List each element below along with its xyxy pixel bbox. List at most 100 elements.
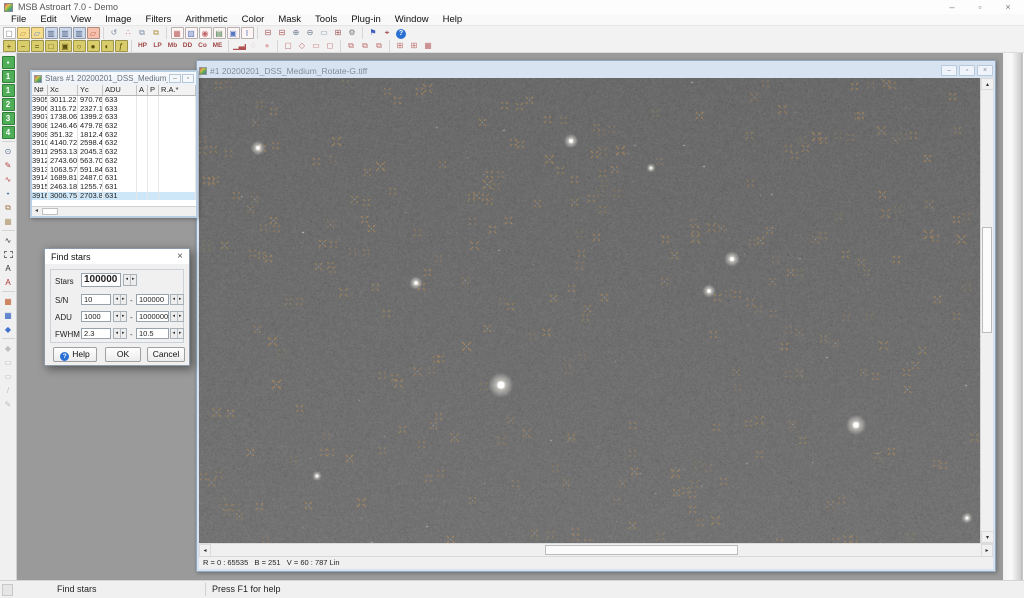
round-gray-icon[interactable]: ▭ bbox=[2, 356, 15, 369]
duplicate-icon[interactable]: ⧉ bbox=[345, 40, 358, 52]
menu-file[interactable]: File bbox=[4, 14, 33, 25]
title-bar[interactable]: MSB Astroart 7.0 - Demo – ▫ × bbox=[0, 0, 1024, 14]
stars-window-titlebar[interactable]: Stars #1 20200201_DSS_Medium_Rota... – ▫ bbox=[32, 72, 196, 85]
table-row[interactable]: 3908 1246.46 479.78 632 bbox=[32, 122, 196, 131]
adu-min-input[interactable]: 1000 bbox=[81, 311, 111, 322]
zoom-in-icon[interactable]: ⊕ bbox=[290, 27, 303, 39]
flat-field-icon[interactable]: ▦ bbox=[2, 215, 15, 228]
flag-icon[interactable]: ⚑ bbox=[367, 27, 380, 39]
window-min2-icon[interactable]: ⊟ bbox=[276, 27, 289, 39]
zoom-4-icon[interactable]: 4 bbox=[1, 125, 15, 139]
sn-min-input[interactable]: 10 bbox=[81, 294, 111, 305]
zoom-fit-icon[interactable]: ▪ bbox=[1, 55, 15, 69]
stars-horizontal-scrollbar[interactable]: ◂ bbox=[32, 206, 196, 216]
zoom-out-icon[interactable]: ⊖ bbox=[304, 27, 317, 39]
scroll-down-icon[interactable]: ▾ bbox=[981, 531, 994, 543]
select-polygon-icon[interactable]: ▢ bbox=[282, 40, 295, 52]
vis-circle-icon[interactable]: ○ bbox=[72, 39, 86, 52]
table-row[interactable]: 3905 3011.22 970.76 633 bbox=[32, 96, 196, 105]
line-gray-icon[interactable]: / bbox=[2, 384, 15, 397]
sn-max-spinner[interactable]: ◂ ▸ bbox=[170, 294, 184, 305]
menu-window[interactable]: Window bbox=[388, 14, 436, 25]
column-header-adu[interactable]: ADU bbox=[103, 85, 137, 95]
zoom-1b-icon[interactable]: 1 bbox=[1, 83, 15, 97]
help-button[interactable]: ? Help bbox=[53, 347, 97, 362]
save-as-icon[interactable]: ▥ bbox=[58, 26, 72, 39]
table-row[interactable]: 39104140.722598.42632 bbox=[32, 139, 196, 149]
scroll-left-icon[interactable]: ◂ bbox=[32, 207, 41, 216]
open-image-icon[interactable]: ▱ bbox=[30, 26, 44, 39]
text-red-icon[interactable]: A bbox=[2, 276, 15, 289]
vis-dot-icon[interactable]: ● bbox=[86, 39, 100, 52]
menu-color[interactable]: Color bbox=[235, 14, 272, 25]
vis-plus-icon[interactable]: + bbox=[2, 39, 16, 52]
menu-edit[interactable]: Edit bbox=[33, 14, 63, 25]
filter-co-icon[interactable]: Co bbox=[195, 40, 210, 52]
tile-windows-icon[interactable]: ⊞ bbox=[332, 27, 345, 39]
column-header-ra[interactable]: R.A.* bbox=[159, 85, 196, 95]
menu-view[interactable]: View bbox=[64, 14, 98, 25]
star-pick-icon[interactable]: ⊙ bbox=[2, 145, 15, 158]
window-min-icon[interactable]: ⊟ bbox=[262, 27, 275, 39]
column-header-yc[interactable]: Yc bbox=[78, 85, 103, 95]
scroll-up-icon[interactable]: ▴ bbox=[981, 78, 994, 90]
filter-me-icon[interactable]: ME bbox=[210, 40, 225, 52]
zoom-3-icon[interactable]: 3 bbox=[1, 111, 15, 125]
close-button[interactable]: × bbox=[994, 0, 1022, 14]
image-window-titlebar[interactable]: #1 20200201_DSS_Medium_Rotate-G.tiff – ▫… bbox=[199, 63, 993, 78]
menu-tools[interactable]: Tools bbox=[308, 14, 344, 25]
profile-icon[interactable]: ∿ bbox=[2, 173, 15, 186]
vis-eq-icon[interactable]: = bbox=[30, 39, 44, 52]
save-icon[interactable]: ▥ bbox=[44, 26, 58, 39]
vis-half-icon[interactable]: ◐ bbox=[100, 39, 114, 52]
image-resize-icon[interactable]: ▦ bbox=[170, 26, 184, 39]
find-stars-icon[interactable]: ⌖ bbox=[381, 27, 394, 39]
circle-filled-icon[interactable]: ● bbox=[261, 40, 274, 52]
table-row[interactable]: 3912 2743.60 563.70 632 bbox=[32, 156, 196, 166]
filter-mb-icon[interactable]: Mb bbox=[165, 40, 180, 52]
stars-restore-button[interactable]: ▫ bbox=[182, 74, 194, 83]
mosaic-icon[interactable]: ▦ bbox=[2, 295, 15, 308]
adu-min-spinner[interactable]: ◂ ▸ bbox=[113, 311, 127, 322]
duplicate2-icon[interactable]: ⧉ bbox=[359, 40, 372, 52]
filter-lp-icon[interactable]: LP bbox=[150, 40, 165, 52]
column-header-a[interactable]: A bbox=[137, 85, 148, 95]
cancel-button[interactable]: Cancel bbox=[147, 347, 185, 362]
drop-gray-icon[interactable]: ◆ bbox=[2, 342, 15, 355]
pen-icon[interactable]: ✎ bbox=[2, 159, 15, 172]
vis-gamma-icon[interactable]: ƒ bbox=[114, 39, 128, 52]
dialog-titlebar[interactable]: Find stars × bbox=[45, 249, 189, 264]
circle-outline-icon[interactable]: ◌ bbox=[247, 40, 260, 52]
stars-scroll-thumb[interactable] bbox=[42, 208, 58, 215]
image-minimize-button[interactable]: – bbox=[941, 65, 957, 76]
save-all-icon[interactable]: ▥ bbox=[72, 26, 86, 39]
undo-icon[interactable]: ↺ bbox=[108, 27, 121, 39]
layers-icon[interactable]: ⧉ bbox=[2, 201, 15, 214]
settings-gear-icon[interactable]: ⚙ bbox=[346, 27, 359, 39]
table-row[interactable]: 39112953.132045.36632 bbox=[32, 148, 196, 157]
adu-max-spinner[interactable]: ◂ ▸ bbox=[170, 311, 184, 322]
image-rotate-icon[interactable]: ◉ bbox=[198, 26, 212, 39]
vertical-scroll-thumb[interactable] bbox=[982, 227, 992, 333]
copy-icon[interactable]: ⧉ bbox=[136, 27, 149, 39]
column-header-n[interactable]: N# bbox=[32, 85, 48, 95]
table-split-icon[interactable]: ⊞ bbox=[394, 40, 407, 52]
table-row[interactable]: 39063116.722327.16633 bbox=[32, 104, 196, 114]
table-row[interactable]: 39163006.752703.88631 bbox=[32, 191, 196, 201]
maximize-button[interactable]: ▫ bbox=[966, 0, 994, 14]
minimize-button[interactable]: – bbox=[938, 0, 966, 14]
comment-icon[interactable]: ▭ bbox=[318, 27, 331, 39]
zoom-2-icon[interactable]: 2 bbox=[1, 97, 15, 111]
horizontal-scroll-thumb[interactable] bbox=[545, 545, 738, 555]
menu-image[interactable]: Image bbox=[98, 14, 138, 25]
select-rect-icon[interactable] bbox=[2, 248, 15, 261]
star-field-canvas[interactable] bbox=[199, 78, 980, 543]
image-horizontal-scrollbar[interactable]: ◂ ▸ bbox=[199, 543, 993, 557]
star-chart-icon[interactable]: ⋆ bbox=[2, 187, 15, 200]
table-row[interactable]: 3913 1063.57 591.84 631 bbox=[32, 165, 196, 175]
histogram-icon[interactable]: ▁▃▅ bbox=[233, 40, 246, 52]
image-mirror-icon[interactable]: ▤ bbox=[212, 26, 226, 39]
image-restore-button[interactable]: ▫ bbox=[959, 65, 975, 76]
column-header-xc[interactable]: Xc bbox=[48, 85, 78, 95]
zoom-1-icon[interactable]: 1 bbox=[1, 69, 15, 83]
